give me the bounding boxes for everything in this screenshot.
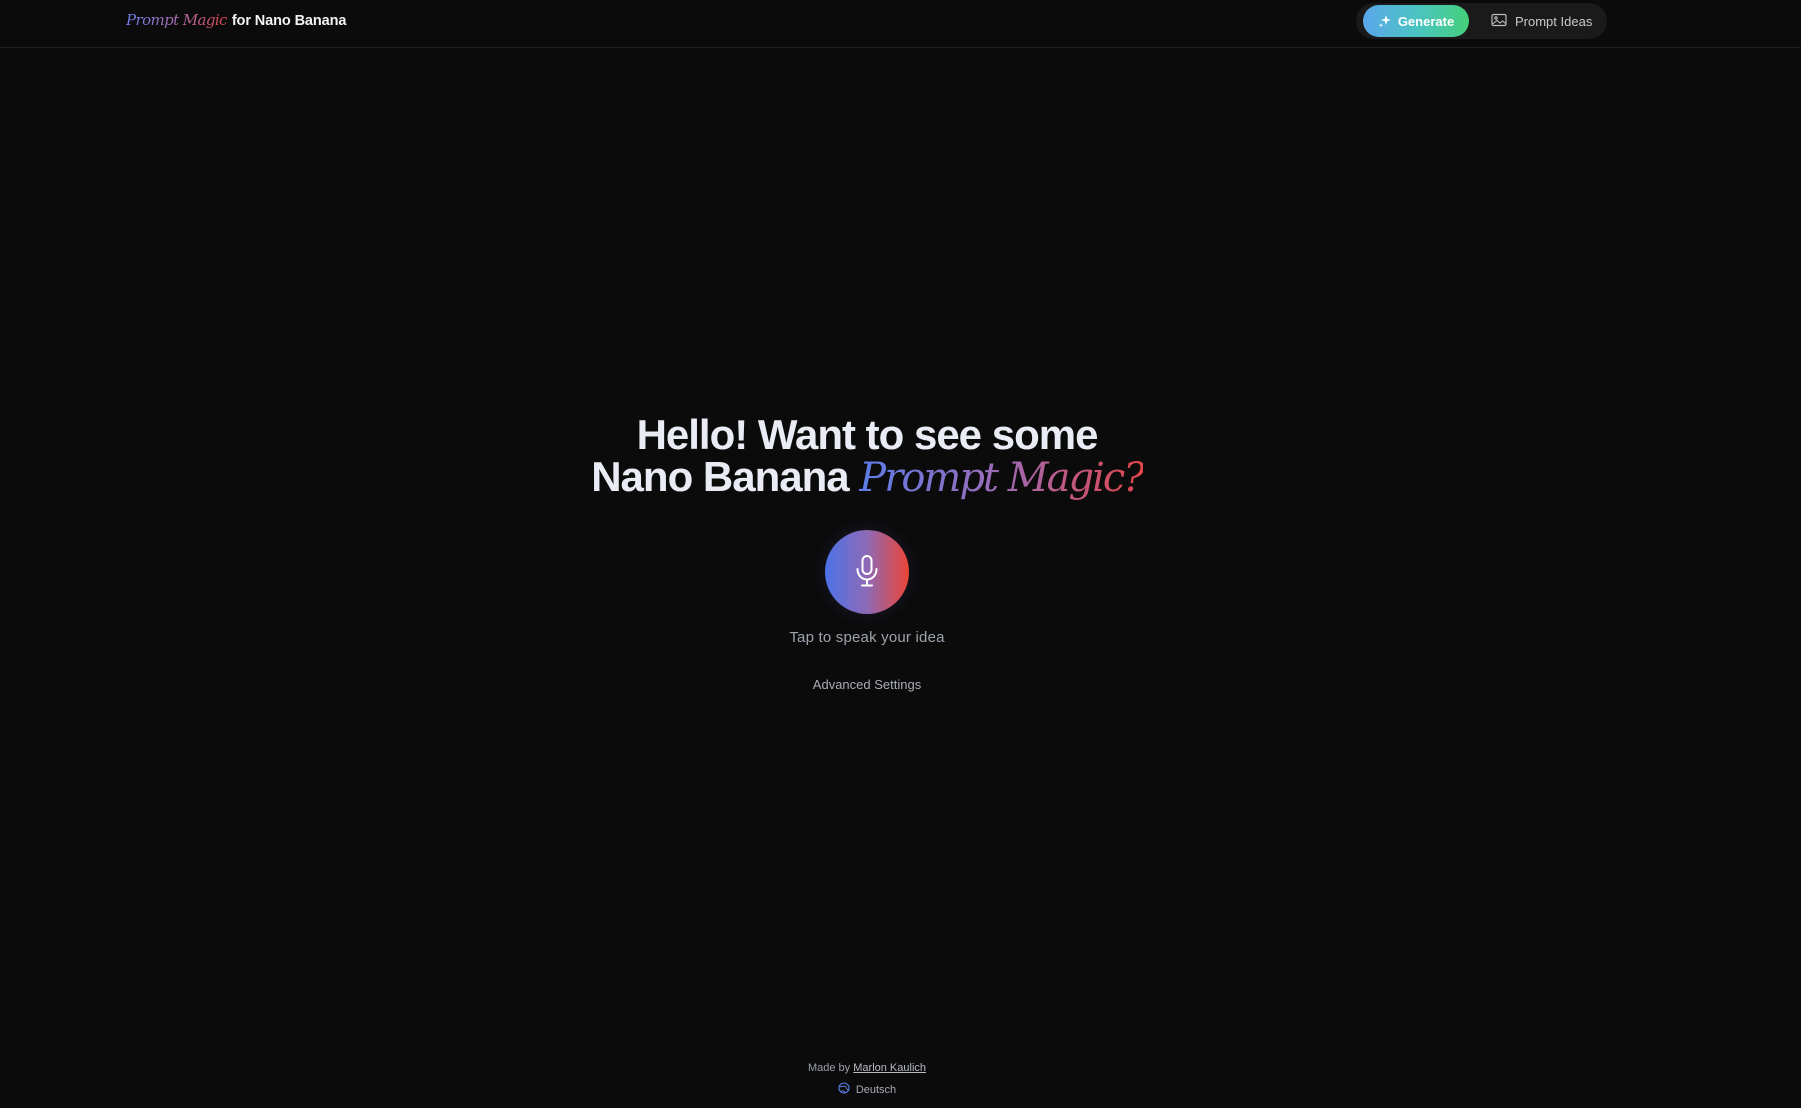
brand-logo[interactable]: Prompt Magic for Nano Banana (126, 11, 346, 29)
footer: Made by Marlon Kaulich Deutsch (0, 1061, 1734, 1097)
hero-section: Hello! Want to see some Nano Banana Prom… (0, 411, 1734, 501)
voice-hint-text: Tap to speak your idea (789, 629, 945, 646)
advanced-settings-label: Advanced Settings (812, 677, 922, 692)
prompt-ideas-label: Prompt Ideas (1515, 13, 1593, 29)
language-label: Deutsch (855, 1083, 897, 1096)
record-voice-button[interactable] (825, 530, 909, 614)
headline-line-2: Nano Banana Prompt Magic? (0, 453, 1734, 501)
prompt-ideas-button[interactable]: Prompt Ideas (1483, 5, 1600, 37)
advanced-settings-link[interactable]: Advanced Settings (0, 677, 1734, 692)
footer-credit: Made by Marlon Kaulich (0, 1061, 1734, 1075)
headline-prompt-magic: Prompt Magic? (859, 455, 1144, 501)
sparkles-icon (1378, 14, 1392, 28)
top-bar: Prompt Magic for Nano Banana Generate Pr… (0, 0, 1801, 48)
language-switcher[interactable]: Deutsch (838, 1082, 896, 1097)
made-by-prefix: Made by (807, 1062, 851, 1074)
author-link[interactable]: Marlon Kaulich (853, 1062, 926, 1074)
globe-icon (838, 1082, 850, 1097)
page-title: Hello! Want to see some Nano Banana Prom… (0, 411, 1734, 501)
brand-magic-text: Prompt Magic (126, 11, 227, 29)
brand-product-text: for Nano Banana (231, 13, 347, 29)
mode-switcher: Generate Prompt Ideas (1356, 3, 1607, 39)
headline-nano-banana: Nano Banana (591, 453, 849, 500)
image-icon (1491, 13, 1507, 30)
generate-button-label: Generate (1397, 13, 1455, 29)
headline-line-1: Hello! Want to see some (636, 411, 1099, 458)
generate-button[interactable]: Generate (1363, 5, 1469, 37)
microphone-icon (854, 554, 880, 591)
app-page: Prompt Magic for Nano Banana Generate Pr… (0, 0, 1801, 1108)
